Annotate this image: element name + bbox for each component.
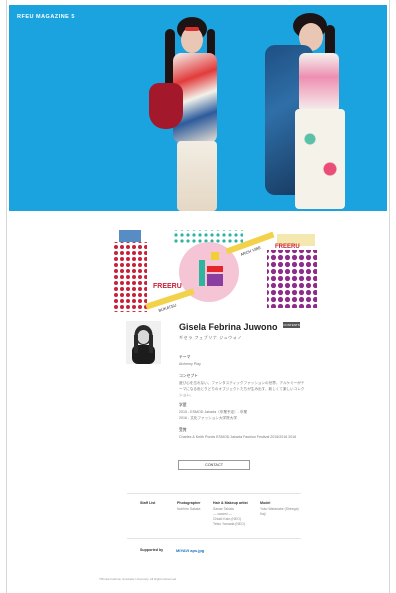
page: RFEU MAGAZINE 5 FREERU FREERU ARCH VIBE … xyxy=(6,0,390,593)
brand-logo-graphic: FREERU FREERU ARCH VIBE BUKATSU xyxy=(95,226,323,318)
contact-button[interactable]: CONTACT xyxy=(178,460,250,470)
collection-logo: FREERU FREERU ARCH VIBE BUKATSU xyxy=(113,230,317,313)
model-right xyxy=(259,9,369,211)
divider-top xyxy=(127,493,301,494)
theme-value: Alchemy Play xyxy=(179,362,201,366)
dotted-panel-top xyxy=(173,230,243,244)
career-label: 学歴 xyxy=(179,403,187,407)
award-value: Charles & Keith Ponds ESMOD Jakarta Fash… xyxy=(179,435,297,439)
model-label: Model xyxy=(260,501,271,505)
divider-bottom xyxy=(127,538,301,539)
contents-badge[interactable]: CONTENTS xyxy=(283,322,300,328)
supporter-logo[interactable]: MIYAVI aps.jpg xyxy=(176,548,204,553)
concept-label: コンセプト xyxy=(179,374,198,378)
designer-avatar xyxy=(126,321,161,364)
copyright-text: ©Bunka Fashion Graduate University. All … xyxy=(99,577,178,581)
staff-list-label: Staff List xyxy=(140,501,156,505)
model-left xyxy=(149,13,239,211)
supported-by-label: Supported by xyxy=(140,548,164,552)
dotted-panel-right xyxy=(267,250,317,308)
logo-word-4: FREERU xyxy=(275,244,300,250)
photographer-label: Photographer xyxy=(177,501,201,505)
photographer-value: Norihiro Sakata xyxy=(177,507,201,511)
model-line-2: Kaji xyxy=(260,512,266,516)
theme-label: テーマ xyxy=(179,355,191,359)
career-line-2: 2016 - 文化ファッション大学院大学 xyxy=(179,416,237,420)
award-label: 受賞 xyxy=(179,428,187,432)
magazine-title[interactable]: RFEU MAGAZINE 5 xyxy=(17,14,75,20)
hero-image: RFEU MAGAZINE 5 xyxy=(9,5,387,211)
designer-name: Gisela Febrina Juwono xyxy=(179,322,278,332)
dotted-panel-left xyxy=(113,242,147,312)
hair-makeup-line-4: Tetsu Yamada (NEO) xyxy=(213,522,245,526)
hair-makeup-label: Hair & Makeup artist xyxy=(213,501,248,505)
designer-name-kana: ギセラ フェブリナ ジュウォノ xyxy=(179,335,242,340)
concept-value: 遊び心を忘れない、ファンタスティックファッションの世界。アルケミーがテーマになる… xyxy=(179,381,305,397)
logo-word-1: FREERU xyxy=(153,283,182,290)
